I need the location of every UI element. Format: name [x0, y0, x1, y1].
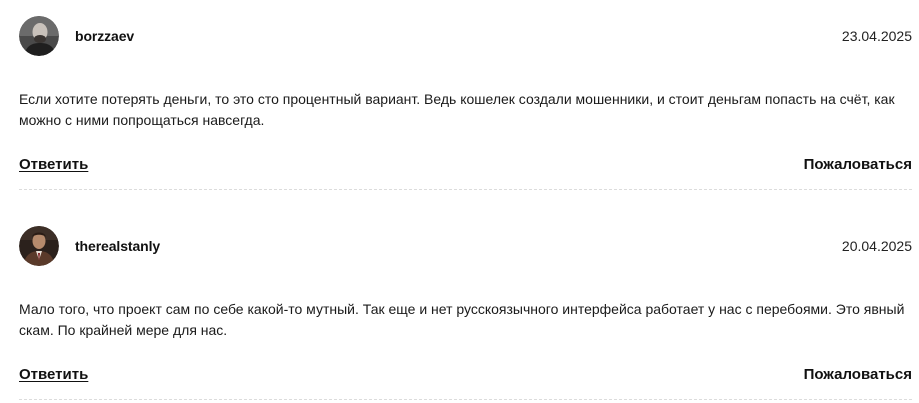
avatar[interactable]	[19, 16, 59, 56]
comment-divider	[19, 189, 912, 190]
comment-divider	[19, 399, 912, 400]
comment-header: borzzaev 23.04.2025	[19, 16, 912, 58]
comment-text: Если хотите потерять деньги, то это сто …	[19, 91, 895, 128]
avatar[interactable]	[19, 226, 59, 266]
comment-date: 20.04.2025	[841, 238, 912, 254]
comment-date: 23.04.2025	[841, 28, 912, 44]
comment-header: therealstanly 20.04.2025	[19, 226, 912, 268]
username[interactable]: therealstanly	[75, 238, 160, 254]
reply-link[interactable]: Ответить	[19, 366, 88, 383]
reply-link[interactable]: Ответить	[19, 156, 88, 173]
comment-text: Мало того, что проект сам по себе какой-…	[19, 301, 905, 338]
comments-list: borzzaev 23.04.2025 Если хотите потерять…	[0, 0, 919, 403]
comment-item: borzzaev 23.04.2025 Если хотите потерять…	[19, 16, 912, 190]
report-link[interactable]: Пожаловаться	[804, 156, 912, 173]
comment-actions: Ответить Пожаловаться	[19, 366, 912, 388]
report-link[interactable]: Пожаловаться	[804, 366, 912, 383]
comment-item: therealstanly 20.04.2025 Мало того, что …	[19, 226, 912, 400]
comment-actions: Ответить Пожаловаться	[19, 156, 912, 178]
username[interactable]: borzzaev	[75, 28, 134, 44]
